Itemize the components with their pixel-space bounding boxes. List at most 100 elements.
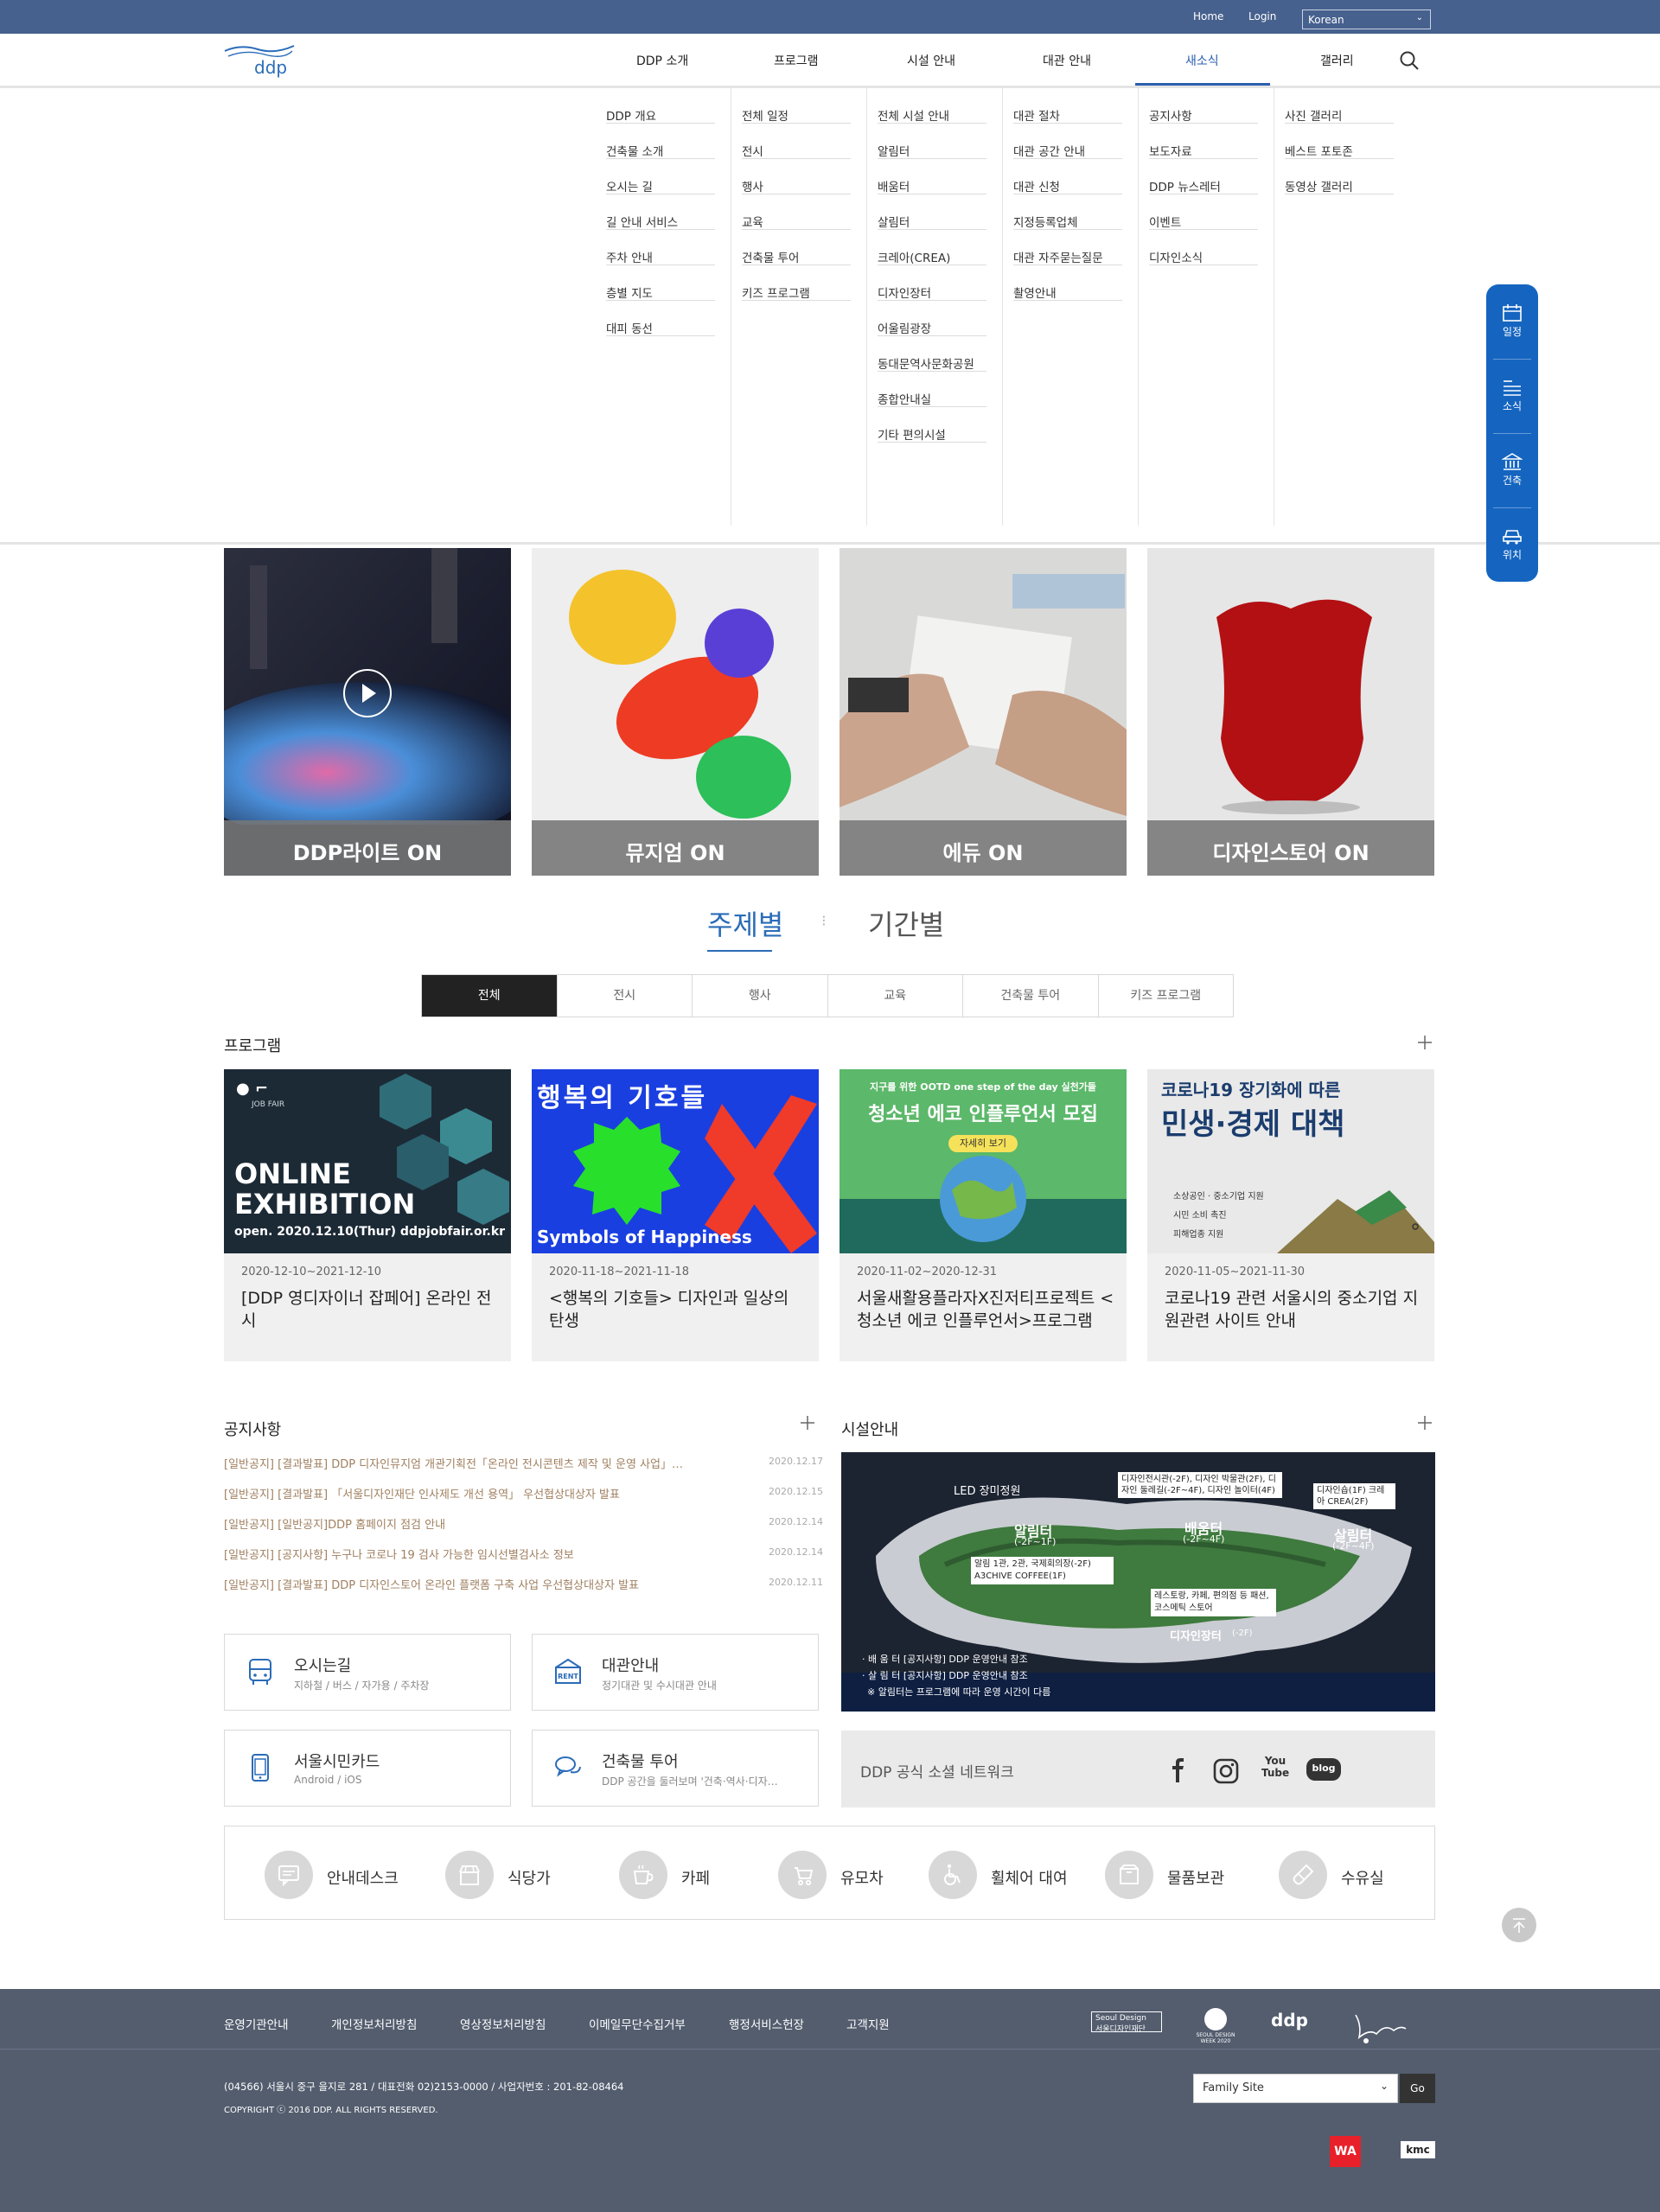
notice-item[interactable]: [일반공지] [결과발표] DDP 디자인스토어 온라인 플랫폼 구축 사업 우… bbox=[224, 1576, 708, 1593]
mega-item[interactable]: 행사 bbox=[742, 159, 851, 194]
nav-news[interactable]: 새소식 bbox=[1185, 52, 1219, 69]
mega-item[interactable]: 살림터 bbox=[878, 194, 986, 230]
info-box-directions[interactable]: 오시는길 지하철 / 버스 / 자가용 / 주차장 bbox=[224, 1634, 511, 1711]
wa-mark-logo[interactable]: WA bbox=[1330, 2136, 1361, 2167]
mega-item[interactable]: 오시는 길 bbox=[606, 159, 715, 194]
mega-item[interactable]: 전체 일정 bbox=[742, 88, 851, 124]
category-tab-all[interactable]: 전체 bbox=[422, 975, 558, 1017]
mega-item[interactable]: 디자인장터 bbox=[878, 265, 986, 301]
mega-item[interactable]: 공지사항 bbox=[1149, 88, 1258, 124]
mega-item[interactable]: 길 안내 서비스 bbox=[606, 194, 715, 230]
mega-item[interactable]: 동영상 갤러리 bbox=[1285, 159, 1394, 194]
program-card[interactable]: ● ⌐ JOB FAIR ONLINE EXHIBITION open. 202… bbox=[224, 1069, 511, 1361]
mega-item[interactable]: 전시 bbox=[742, 124, 851, 159]
ddp-logo[interactable]: ddp bbox=[223, 41, 296, 79]
quick-architecture[interactable]: 건축 bbox=[1486, 433, 1538, 507]
family-site-go-button[interactable]: Go bbox=[1400, 2074, 1435, 2103]
plus-icon[interactable] bbox=[800, 1415, 815, 1431]
nav-ddp-intro[interactable]: DDP 소개 bbox=[636, 52, 688, 69]
blog-icon[interactable]: blog bbox=[1306, 1758, 1341, 1781]
footer-link[interactable]: 개인정보처리방침 bbox=[331, 2015, 417, 2032]
notice-item[interactable]: [일반공지] [공지사항] 누구나 코로나 19 검사 가능한 임시선별검사소 … bbox=[224, 1546, 708, 1563]
family-site-select[interactable]: Family Site ⌄ bbox=[1193, 2074, 1398, 2103]
search-icon[interactable] bbox=[1398, 49, 1421, 72]
mega-item[interactable]: DDP 뉴스레터 bbox=[1149, 159, 1258, 194]
feature-card-museum[interactable]: 뮤지엄 ON bbox=[532, 548, 819, 876]
instagram-icon[interactable] bbox=[1213, 1758, 1239, 1784]
mega-item[interactable]: 대관 공간 안내 bbox=[1013, 124, 1122, 159]
mega-item[interactable]: 전체 시설 안내 bbox=[878, 88, 986, 124]
quick-schedule[interactable]: 일정 bbox=[1486, 284, 1538, 359]
mega-item[interactable]: DDP 개요 bbox=[606, 88, 715, 124]
mega-item[interactable]: 보도자료 bbox=[1149, 124, 1258, 159]
nav-gallery[interactable]: 갤러리 bbox=[1320, 52, 1354, 69]
category-tab-tour[interactable]: 건축물 투어 bbox=[963, 975, 1099, 1017]
info-box-tour[interactable]: 건축물 투어 DDP 공간을 둘러보며 '건축·역사·디자… bbox=[532, 1730, 819, 1807]
info-box-rental[interactable]: RENT 대관안내 정기대관 및 수시대관 안내 bbox=[532, 1634, 819, 1711]
mega-item[interactable]: 지정등록업체 bbox=[1013, 194, 1122, 230]
category-tab-exhibition[interactable]: 전시 bbox=[558, 975, 693, 1017]
login-link[interactable]: Login bbox=[1248, 10, 1276, 22]
mega-item[interactable]: 어울림광장 bbox=[878, 301, 986, 336]
mega-item[interactable]: 건축물 투어 bbox=[742, 230, 851, 265]
facebook-icon[interactable] bbox=[1170, 1758, 1187, 1782]
mega-item[interactable]: 이벤트 bbox=[1149, 194, 1258, 230]
mega-item[interactable]: 주차 안내 bbox=[606, 230, 715, 265]
program-card[interactable]: 지구를 위한 OOTD one step of the day 실천가들 청소년… bbox=[840, 1069, 1127, 1361]
kmc-logo[interactable]: kmc bbox=[1401, 2141, 1435, 2158]
category-tab-kids[interactable]: 키즈 프로그램 bbox=[1099, 975, 1234, 1017]
seoul-design-week-logo[interactable]: SEOUL DESIGN WEEK 2020 bbox=[1193, 2008, 1238, 2044]
quick-location[interactable]: 위치 bbox=[1486, 507, 1538, 582]
footer-link[interactable]: 운영기관안내 bbox=[224, 2015, 289, 2032]
info-box-citizen-card[interactable]: 서울시민카드 Android / iOS bbox=[224, 1730, 511, 1807]
plus-icon[interactable] bbox=[1417, 1035, 1433, 1050]
mega-item[interactable]: 건축물 소개 bbox=[606, 124, 715, 159]
tab-by-topic[interactable]: 주제별 bbox=[707, 903, 783, 943]
quick-news[interactable]: 소식 bbox=[1486, 359, 1538, 433]
mega-item[interactable]: 사진 갤러리 bbox=[1285, 88, 1394, 124]
footer-link[interactable]: 행정서비스헌장 bbox=[729, 2015, 804, 2032]
footer-link[interactable]: 영상정보처리방침 bbox=[460, 2015, 546, 2032]
program-card[interactable]: 행복의 기호들 Symbols of Happiness 2020-11-18~… bbox=[532, 1069, 819, 1361]
mega-item[interactable]: 촬영안내 bbox=[1013, 265, 1122, 301]
back-to-top-button[interactable] bbox=[1502, 1908, 1536, 1942]
notice-item[interactable]: [일반공지] [일반공지]DDP 홈페이지 점검 안내 bbox=[224, 1515, 708, 1533]
mega-item[interactable]: 층별 지도 bbox=[606, 265, 715, 301]
ddp-footer-logo[interactable]: ddp bbox=[1271, 2010, 1323, 2041]
mega-item[interactable]: 종합안내실 bbox=[878, 372, 986, 407]
plus-icon[interactable] bbox=[1417, 1415, 1433, 1431]
mega-item[interactable]: 대관 자주묻는질문 bbox=[1013, 230, 1122, 265]
category-tab-event[interactable]: 행사 bbox=[693, 975, 828, 1017]
mega-item[interactable]: 기타 편의시설 bbox=[878, 407, 986, 443]
mega-item[interactable]: 베스트 포토존 bbox=[1285, 124, 1394, 159]
program-card[interactable]: 코로나19 장기화에 따른 민생·경제 대책 소상공인 · 중소기업 지원 시민… bbox=[1147, 1069, 1434, 1361]
mega-item[interactable]: 배움터 bbox=[878, 159, 986, 194]
language-select[interactable]: Korean ⌄ bbox=[1302, 10, 1431, 29]
nav-program[interactable]: 프로그램 bbox=[774, 52, 819, 69]
notice-item[interactable]: [일반공지] [결과발표] DDP 디자인뮤지엄 개관기획전「온라인 전시콘텐츠… bbox=[224, 1455, 708, 1472]
mega-item[interactable]: 대관 신청 bbox=[1013, 159, 1122, 194]
feature-card-edu[interactable]: 에듀 ON bbox=[840, 548, 1127, 876]
signature-logo[interactable] bbox=[1349, 2008, 1409, 2046]
mega-item[interactable]: 대피 동선 bbox=[606, 301, 715, 336]
mega-item[interactable]: 동대문역사문화공원 bbox=[878, 336, 986, 372]
youtube-icon[interactable]: You Tube bbox=[1261, 1755, 1289, 1786]
mega-item[interactable]: 알림터 bbox=[878, 124, 986, 159]
footer-link[interactable]: 고객지원 bbox=[846, 2015, 890, 2032]
seoul-design-logo[interactable]: Seoul Design 서울디자인재단 bbox=[1091, 2011, 1162, 2034]
notice-item[interactable]: [일반공지] [결과발표] 「서울디자인재단 인사제도 개선 용역」 우선협상대… bbox=[224, 1485, 708, 1502]
mega-item[interactable]: 크레아(CREA) bbox=[878, 230, 986, 265]
mega-item[interactable]: 교육 bbox=[742, 194, 851, 230]
footer-link[interactable]: 이메일무단수집거부 bbox=[589, 2015, 686, 2032]
feature-card-light[interactable]: DDP라이트 ON bbox=[224, 548, 511, 876]
nav-rental[interactable]: 대관 안내 bbox=[1043, 52, 1091, 69]
feature-card-store[interactable]: 디자인스토어 ON bbox=[1147, 548, 1434, 876]
tab-by-period[interactable]: 기간별 bbox=[868, 903, 944, 943]
mega-item[interactable]: 디자인소식 bbox=[1149, 230, 1258, 265]
home-link[interactable]: Home bbox=[1193, 10, 1223, 22]
category-tab-education[interactable]: 교육 bbox=[828, 975, 963, 1017]
facility-map[interactable]: LED 장미정원 디자인전시관(-2F), 디자인 박물관(2F), 디자인 둘… bbox=[841, 1452, 1435, 1712]
mega-item[interactable]: 키즈 프로그램 bbox=[742, 265, 851, 301]
mega-item[interactable]: 대관 절차 bbox=[1013, 88, 1122, 124]
nav-facility[interactable]: 시설 안내 bbox=[907, 52, 955, 69]
